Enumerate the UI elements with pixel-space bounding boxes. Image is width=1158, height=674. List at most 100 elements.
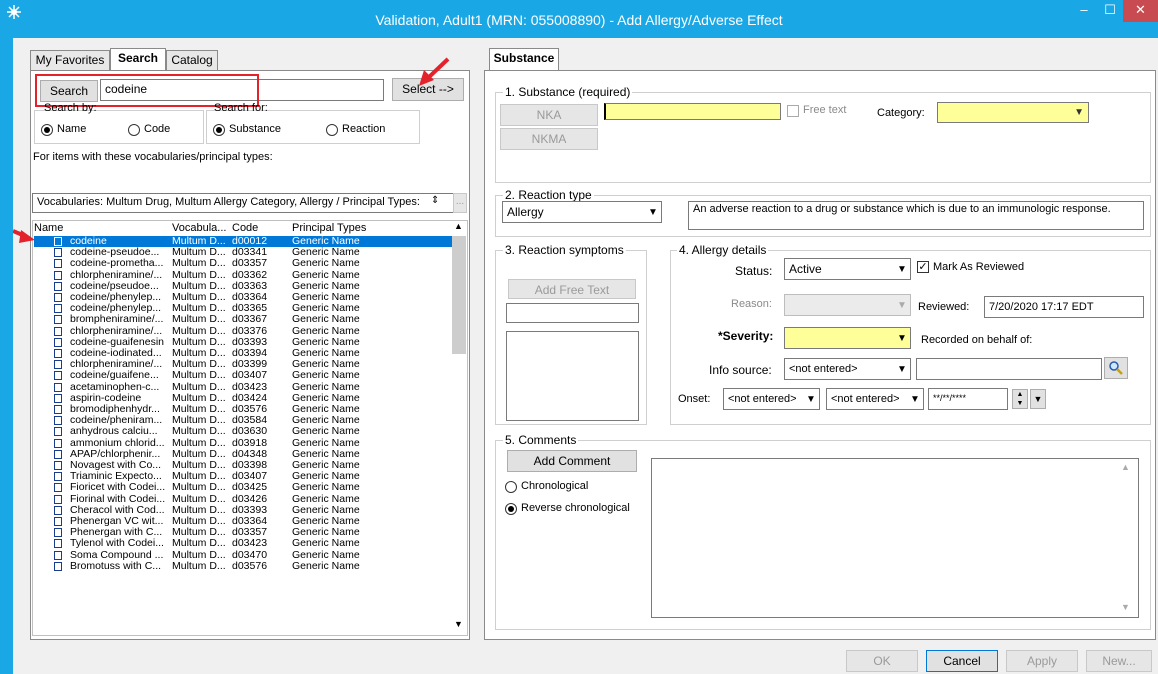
minimize-button[interactable]: – (1071, 0, 1097, 22)
table-row[interactable]: codeine/guaifene... Multum D... d03407 Gene… (34, 370, 452, 381)
col-header-principal-types[interactable]: Principal Types (292, 222, 366, 234)
reviewed-field[interactable]: 7/20/2020 17:17 EDT (984, 296, 1144, 318)
symptoms-section-label: 3. Reaction symptoms (503, 243, 626, 257)
reaction-type-dropdown[interactable]: Allergy (502, 201, 662, 223)
add-free-text-button[interactable]: Add Free Text (508, 279, 636, 299)
chevron-down-icon: ▼ (648, 207, 658, 218)
col-header-name[interactable]: Name (34, 222, 63, 234)
severity-dropdown[interactable] (784, 327, 911, 349)
cell-code: d03918 (232, 436, 268, 449)
cell-name: ammonium chlorid... (70, 436, 165, 449)
scroll-down-icon[interactable]: ▼ (454, 619, 463, 629)
document-icon (54, 337, 62, 347)
mark-reviewed-label: Mark As Reviewed (933, 261, 1025, 273)
comments-area[interactable] (651, 458, 1139, 618)
tab-catalog[interactable]: Catalog (166, 50, 218, 70)
cell-principal-type: Generic Name (292, 436, 360, 449)
cell-name: codeine-prometha... (70, 257, 164, 270)
comments-section-label: 5. Comments (503, 433, 579, 447)
cell-name: acetaminophen-c... (70, 380, 160, 393)
new-button[interactable]: New... (1086, 650, 1152, 672)
scrollbar-thumb[interactable] (452, 236, 466, 354)
cell-name: Fioricet with Codei... (70, 481, 166, 494)
chevron-down-icon: ▼ (897, 300, 907, 311)
close-button[interactable]: ✕ (1123, 0, 1158, 22)
mark-reviewed-checkbox[interactable]: ✓ (917, 261, 929, 273)
status-label: Status: (735, 264, 773, 278)
table-row[interactable]: anhydrous calciu... Multum D... d03630 Gene… (34, 426, 452, 437)
cell-code: d03470 (232, 548, 268, 561)
cell-code: d03357 (232, 257, 268, 270)
cancel-button[interactable]: Cancel (926, 650, 998, 672)
nka-button[interactable]: NKA (500, 104, 598, 126)
vocab-spin-icon[interactable]: ⇕ (431, 195, 439, 206)
radio-substance[interactable] (213, 124, 225, 136)
tab-my-favorites[interactable]: My Favorites (30, 50, 110, 70)
col-header-vocabulary[interactable]: Vocabula... (172, 222, 226, 234)
col-header-code[interactable]: Code (232, 222, 258, 234)
annotation-arrow-select (419, 57, 450, 86)
apply-button[interactable]: Apply (1006, 650, 1078, 672)
table-row[interactable]: brompheniramine/... Multum D... d03367 Gene… (34, 314, 452, 325)
recorded-behalf-input[interactable] (916, 358, 1102, 380)
tab-substance[interactable]: Substance (489, 48, 559, 70)
comments-scroll-down-icon[interactable]: ▼ (1121, 602, 1130, 612)
results-rows: codeine Multum D... d00012 Generic Name code… (34, 236, 452, 636)
document-icon (54, 494, 62, 504)
cell-name: codeine/guaifene... (70, 369, 159, 382)
tab-search[interactable]: Search (110, 48, 166, 70)
substance-input[interactable] (604, 103, 781, 120)
scroll-up-icon[interactable]: ▲ (454, 221, 463, 231)
document-icon (54, 472, 62, 482)
cell-code: d03362 (232, 268, 268, 281)
reaction-type-label: 2. Reaction type (503, 188, 594, 202)
symptom-list[interactable] (506, 331, 639, 421)
cell-code: d03426 (232, 492, 268, 505)
radio-chronological[interactable] (505, 481, 517, 493)
document-icon (54, 304, 62, 314)
recorded-on-behalf-label: Recorded on behalf of: (921, 334, 1033, 346)
info-source-dropdown[interactable]: <not entered> (784, 358, 911, 380)
table-row[interactable]: codeine-prometha... Multum D... d03357 Gene… (34, 258, 452, 269)
reason-dropdown[interactable] (784, 294, 911, 316)
ok-button[interactable]: OK (846, 650, 918, 672)
date-spinner[interactable]: ▲ ▼ (1012, 389, 1028, 409)
chevron-down-icon: ▼ (1074, 107, 1084, 118)
cell-vocabulary: Multum D... (172, 257, 226, 270)
table-row[interactable]: Bromotuss with C... Multum D... d03576 Gene… (34, 559, 452, 572)
radio-substance-label: Substance (229, 123, 281, 135)
calendar-dropdown-icon[interactable]: ▼ (1030, 389, 1046, 409)
category-dropdown[interactable]: ▼ (937, 102, 1089, 123)
table-row[interactable]: Fioricet with Codei... Multum D... d03425 G… (34, 482, 452, 493)
radio-name[interactable] (41, 124, 53, 136)
onset-date-field[interactable]: **/**/**** (928, 388, 1008, 410)
add-comment-button[interactable]: Add Comment (507, 450, 637, 472)
cell-name: Tylenol with Codei... (70, 537, 164, 550)
cell-principal-type: Generic Name (292, 559, 360, 572)
maximize-button[interactable]: ☐ (1097, 0, 1123, 22)
annotation-arrow-row (13, 229, 35, 243)
cell-vocabulary: Multum D... (172, 268, 226, 281)
comments-scroll-up-icon[interactable]: ▲ (1121, 462, 1130, 472)
table-row[interactable]: Tylenol with Codei... Multum D... d03423 Ge… (34, 538, 452, 549)
cell-vocabulary: Multum D... (172, 492, 226, 505)
radio-code[interactable] (128, 124, 140, 136)
cell-principal-type: Generic Name (292, 537, 360, 550)
cell-principal-type: Generic Name (292, 268, 360, 281)
radio-reverse-chronological[interactable] (505, 503, 517, 515)
free-text-checkbox[interactable] (787, 105, 799, 117)
vocab-field[interactable]: Vocabularies: Multum Drug, Multum Allerg… (32, 193, 454, 213)
search-icon[interactable] (1104, 357, 1128, 379)
symptom-input[interactable] (506, 303, 639, 323)
document-icon (54, 259, 62, 269)
cell-name: chlorpheniramine/... (70, 268, 163, 281)
nkma-button[interactable]: NKMA (500, 128, 598, 150)
radio-reaction[interactable] (326, 124, 338, 136)
vocab-ellipsis-button[interactable]: ... (453, 193, 467, 213)
document-icon (54, 405, 62, 414)
chevron-down-icon: ▼ (897, 264, 907, 275)
status-dropdown[interactable]: Active (784, 258, 911, 280)
free-text-label: Free text (803, 104, 847, 116)
severity-label: *Severity: (718, 329, 774, 343)
cell-name: Soma Compound ... (70, 548, 164, 561)
